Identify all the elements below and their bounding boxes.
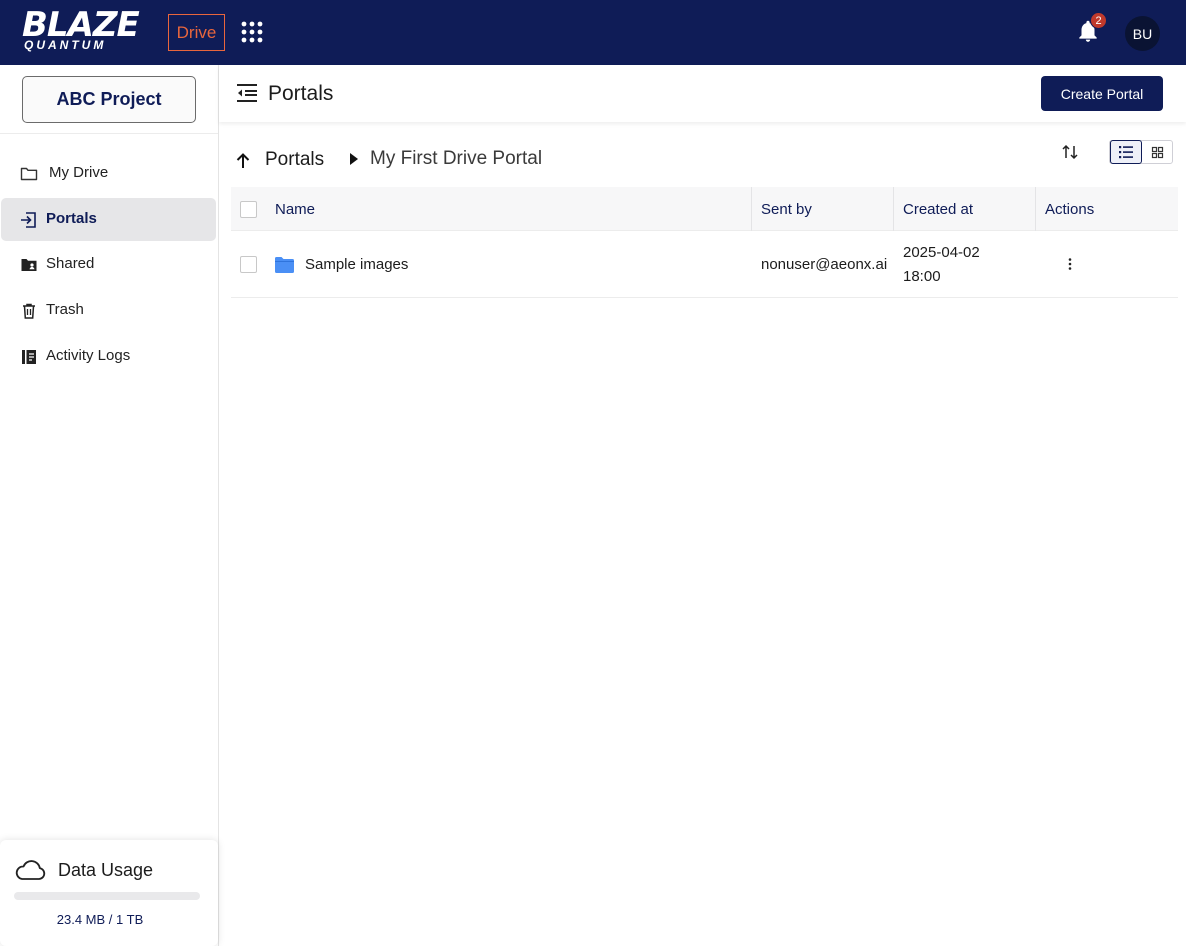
more-options-icon[interactable] xyxy=(1066,257,1074,271)
table-header-row: Name Sent by Created at Actions xyxy=(231,187,1178,231)
breadcrumb-current: My First Drive Portal xyxy=(370,148,543,169)
caret-right-icon xyxy=(350,153,358,165)
shared-folder-icon xyxy=(21,259,37,271)
table-row[interactable]: Sample images nonuser@aeonx.ai 2025-04-0… xyxy=(231,231,1178,298)
logo-main-text: BLAZE xyxy=(22,5,140,45)
list-view-button[interactable] xyxy=(1110,140,1142,164)
sidebar: ABC Project My Drive Portals Shared Tras… xyxy=(0,65,219,946)
column-divider xyxy=(893,187,894,231)
column-header-actions: Actions xyxy=(1045,201,1095,218)
apps-grid-icon[interactable] xyxy=(241,21,263,43)
sort-icon[interactable] xyxy=(1061,143,1079,161)
app-badge[interactable]: Drive xyxy=(168,14,225,51)
breadcrumb-root[interactable]: Portals xyxy=(265,149,324,171)
sidebar-item-portals[interactable]: Portals xyxy=(1,198,216,241)
logo[interactable]: BLAZE QUANTUM xyxy=(22,8,148,54)
notification-count-badge: 2 xyxy=(1090,12,1107,29)
column-header-name[interactable]: Name xyxy=(275,201,315,218)
main-header: Portals Create Portal xyxy=(219,65,1186,122)
avatar[interactable]: BU xyxy=(1125,16,1160,51)
data-usage-text: 23.4 MB / 1 TB xyxy=(56,912,144,927)
sidebar-item-label: Portals xyxy=(46,210,97,227)
sidebar-item-my-drive[interactable]: My Drive xyxy=(1,152,216,195)
data-usage-title: Data Usage xyxy=(58,860,154,880)
sidebar-item-shared[interactable]: Shared xyxy=(1,243,216,286)
sidebar-item-label: Activity Logs xyxy=(46,347,131,364)
data-usage-bar xyxy=(14,892,200,900)
column-header-created-at[interactable]: Created at xyxy=(903,201,973,218)
select-all-checkbox[interactable] xyxy=(240,201,257,218)
top-bar: BLAZE QUANTUM Drive 2 BU xyxy=(0,0,1186,65)
row-checkbox[interactable] xyxy=(240,256,257,273)
project-selector-button[interactable]: ABC Project xyxy=(22,76,196,123)
create-portal-button[interactable]: Create Portal xyxy=(1041,76,1163,111)
row-created-time: 18:00 xyxy=(903,268,941,285)
portal-table: Name Sent by Created at Actions Sample i… xyxy=(231,187,1178,298)
grid-view-icon xyxy=(1151,146,1164,159)
row-created-date: 2025-04-02 xyxy=(903,244,980,261)
column-divider xyxy=(751,187,752,231)
sidebar-item-label: My Drive xyxy=(49,164,109,181)
folder-icon xyxy=(275,257,294,273)
page-title: Portals xyxy=(268,82,334,105)
sidebar-divider xyxy=(0,133,218,134)
view-toggle xyxy=(1109,140,1173,164)
cloud-icon xyxy=(15,860,46,880)
arrow-up-icon[interactable] xyxy=(235,152,251,169)
list-view-icon xyxy=(1119,146,1133,159)
activity-log-icon xyxy=(22,350,36,364)
row-name[interactable]: Sample images xyxy=(305,256,408,273)
folder-outline-icon xyxy=(20,167,38,181)
column-header-sent-by[interactable]: Sent by xyxy=(761,201,812,218)
breadcrumb: Portals My First Drive Portal xyxy=(231,140,831,180)
logo-sub-text: QUANTUM xyxy=(24,38,107,52)
sidebar-item-label: Shared xyxy=(46,255,95,272)
sidebar-item-trash[interactable]: Trash xyxy=(1,289,216,332)
trash-icon xyxy=(23,303,35,319)
row-sent-by: nonuser@aeonx.ai xyxy=(761,256,888,273)
grid-view-button[interactable] xyxy=(1142,141,1173,163)
portal-icon xyxy=(21,212,36,228)
sidebar-item-activity-logs[interactable]: Activity Logs xyxy=(1,335,216,378)
data-usage-card: Data Usage 23.4 MB / 1 TB xyxy=(0,840,218,946)
collapse-menu-icon[interactable] xyxy=(236,83,258,103)
sidebar-item-label: Trash xyxy=(46,301,84,318)
column-divider xyxy=(1035,187,1036,231)
